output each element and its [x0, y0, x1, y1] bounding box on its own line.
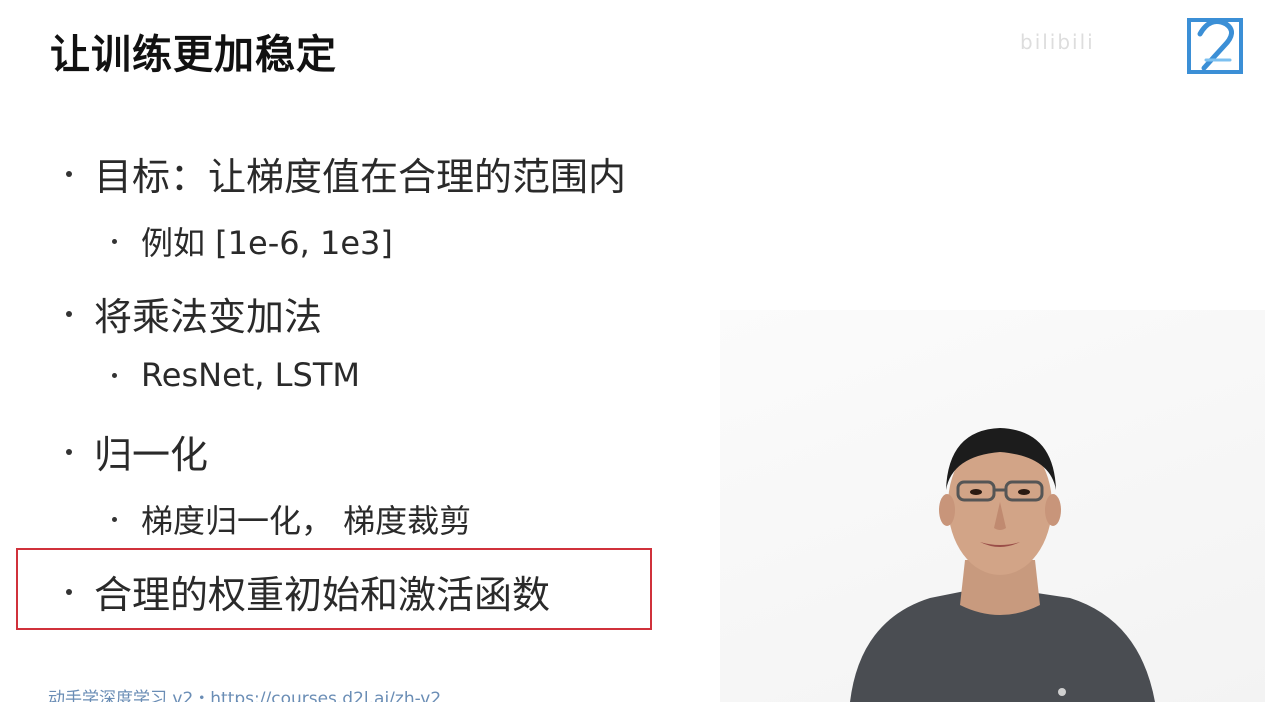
sub-bullet-gradient-norm-clip: 梯度归一化， 梯度裁剪 — [112, 496, 471, 542]
bullet-dot-icon — [66, 448, 72, 455]
bullet-text: ResNet, LSTM — [141, 356, 360, 394]
bullet-text: 归一化 — [94, 433, 209, 477]
bullet-text: 目标：让梯度值在合理的范围内 — [94, 155, 627, 199]
sub-bullet-resnet-lstm: ResNet, LSTM — [112, 356, 360, 394]
presenter-video-icon — [850, 428, 1155, 702]
bullet-dot-icon — [112, 516, 117, 522]
bullet-text: 梯度归一化， 梯度裁剪 — [141, 502, 472, 540]
bullet-goal: 目标：让梯度值在合理的范围内 — [66, 146, 626, 201]
bullet-multiply-to-add: 将乘法变加法 — [66, 286, 322, 341]
bullet-dot-icon — [66, 170, 72, 177]
bilibili-watermark: bilibili — [1020, 30, 1095, 54]
bullet-dot-icon — [66, 310, 72, 317]
footer-course-link[interactable]: 动手学深度学习 v2・https://courses.d2l.ai/zh-v2 — [48, 684, 441, 702]
bullet-normalization: 归一化 — [66, 424, 208, 479]
d2l-logo-icon — [1187, 18, 1243, 74]
bullet-dot-icon — [112, 372, 117, 378]
highlight-box — [16, 548, 652, 630]
bullet-text: 将乘法变加法 — [94, 295, 323, 339]
bullet-dot-icon — [112, 238, 117, 244]
slide: 让训练更加稳定 bilibili 目标：让梯度值在合理的范围内 例如 [1e-6… — [0, 0, 1265, 702]
sub-bullet-example: 例如 [1e-6, 1e3] — [112, 218, 393, 264]
bullet-text: 例如 [1e-6, 1e3] — [141, 224, 393, 262]
slide-title: 让训练更加稳定 — [50, 32, 337, 78]
